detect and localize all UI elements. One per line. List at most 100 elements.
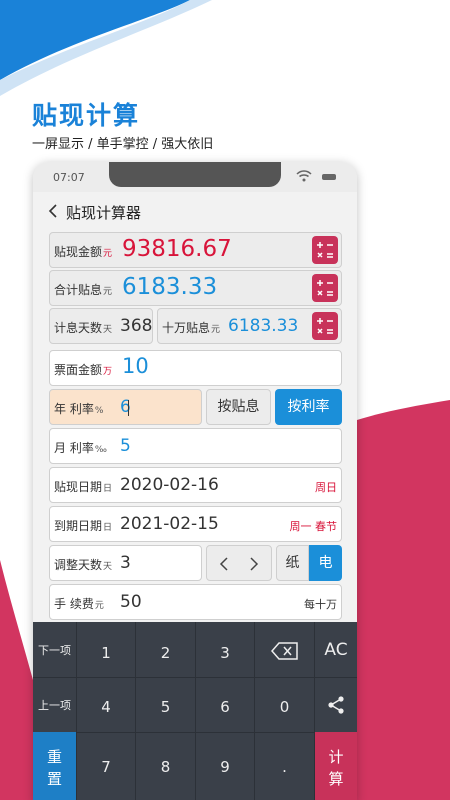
annual-rate-unit: % [94, 406, 104, 416]
per-100k-interest-display: 十万贴息元 6183.33 [157, 308, 342, 344]
maturity-date-label: 到期日期 [54, 519, 103, 533]
maturity-date-weekday: 周一 春节 [289, 520, 338, 533]
calculate-key[interactable]: 计 算 [315, 732, 357, 800]
total-interest-unit: 元 [103, 287, 113, 297]
calculate-key-label-2: 算 [328, 770, 344, 788]
face-amount-row: 票面金额万 10 [49, 350, 342, 386]
digit-3-key[interactable]: 3 [196, 644, 254, 662]
adjust-days-field[interactable]: 调整天数天 3 [49, 545, 202, 581]
digit-2-key[interactable]: 2 [136, 644, 195, 662]
calculator-icon [317, 242, 333, 258]
keypad-divider [33, 732, 357, 733]
interest-days-unit: 天 [103, 325, 113, 335]
numeric-keypad: 下一项 1 2 3 AC 上一项 4 5 6 0 重 置 7 8 9 . 计 算 [33, 622, 357, 800]
calculator-button[interactable] [312, 312, 338, 340]
reset-key-label-1: 重 [46, 748, 62, 766]
electronic-option-button[interactable]: 电 [309, 545, 342, 581]
maturity-date-row: 到期日期日 2021-02-15 周一 春节 [49, 506, 342, 542]
discount-amount-display: 贴现金额元 93816.67 [49, 232, 342, 268]
share-icon [328, 696, 344, 714]
adjust-days-unit: 天 [103, 562, 113, 572]
back-arrow-icon[interactable] [45, 202, 63, 220]
reset-key[interactable]: 重 置 [33, 732, 76, 800]
chevron-right-icon[interactable] [247, 556, 261, 572]
discount-date-row: 贴现日期日 2020-02-16 周日 [49, 467, 342, 503]
fee-basis: 每十万 [304, 598, 337, 611]
phone-frame: 07:07 贴现计算器 贴现金额元 93816.67 合计贴息元 6183.33… [33, 162, 357, 800]
backspace-key[interactable] [255, 642, 314, 664]
total-interest-row: 合计贴息元 6183.33 [49, 270, 342, 306]
backspace-icon [270, 642, 298, 660]
digit-9-key[interactable]: 9 [196, 758, 254, 776]
page-title: 贴现计算器 [66, 204, 142, 222]
digit-7-key[interactable]: 7 [77, 758, 135, 776]
monthly-rate-label: 月 利率 [54, 441, 94, 455]
face-amount-field[interactable]: 票面金额万 10 [49, 350, 342, 386]
adjust-days-stepper [206, 545, 272, 581]
battery-icon [322, 174, 336, 180]
maturity-date-unit: 日 [103, 523, 113, 533]
keypad-divider [33, 677, 357, 678]
promo-headline: 贴现计算 [32, 101, 141, 130]
promo-subline: 一屏显示 / 单手掌控 / 强大依旧 [32, 137, 214, 152]
digit-1-key[interactable]: 1 [77, 644, 135, 662]
paper-option-button[interactable]: 纸 [276, 545, 309, 581]
digit-6-key[interactable]: 6 [196, 698, 254, 716]
discount-date-unit: 日 [103, 484, 113, 494]
wifi-icon [296, 170, 312, 182]
all-clear-key[interactable]: AC [315, 640, 357, 660]
decimal-point-key[interactable]: . [255, 758, 314, 776]
calculator-button[interactable] [312, 274, 338, 302]
text-cursor [128, 400, 129, 416]
face-amount-label: 票面金额 [54, 363, 103, 377]
maturity-date-value: 2021-02-15 [120, 514, 219, 534]
calculate-key-label-1: 计 [328, 748, 344, 766]
adjust-days-row: 调整天数天 3 纸 电 [49, 545, 342, 581]
fee-label: 手 续费 [54, 597, 94, 611]
annual-rate-value: 6 [120, 397, 131, 417]
digit-0-key[interactable]: 0 [255, 698, 314, 716]
maturity-date-field[interactable]: 到期日期日 2021-02-15 周一 春节 [49, 506, 342, 542]
digit-5-key[interactable]: 5 [136, 698, 195, 716]
status-time: 07:07 [53, 171, 85, 184]
monthly-rate-field[interactable]: 月 利率‰ 5 [49, 428, 342, 464]
total-interest-value: 6183.33 [122, 274, 218, 300]
next-field-key[interactable]: 下一项 [33, 642, 76, 658]
discount-amount-unit: 元 [103, 249, 113, 259]
reset-key-label-2: 置 [46, 770, 62, 788]
by-rate-button[interactable]: 按利率 [275, 389, 342, 425]
interest-days-value: 368 [120, 316, 153, 336]
fee-field[interactable]: 手 续费元 50 每十万 [49, 584, 342, 620]
discount-date-field[interactable]: 贴现日期日 2020-02-16 周日 [49, 467, 342, 503]
monthly-rate-row: 月 利率‰ 5 [49, 428, 342, 464]
annual-rate-field[interactable]: 年 利率% 6 [49, 389, 202, 425]
fee-value: 50 [120, 592, 142, 612]
previous-field-key[interactable]: 上一项 [33, 697, 76, 713]
digit-8-key[interactable]: 8 [136, 758, 195, 776]
per-100k-interest-label: 十万贴息 [162, 321, 211, 335]
interest-days-label: 计息天数 [54, 321, 103, 335]
face-amount-unit: 万 [103, 367, 113, 377]
digit-4-key[interactable]: 4 [77, 698, 135, 716]
face-amount-value: 10 [122, 354, 149, 378]
per-100k-interest-unit: 元 [211, 325, 221, 335]
status-bar: 07:07 [33, 162, 357, 192]
by-interest-button[interactable]: 按贴息 [206, 389, 271, 425]
total-interest-display: 合计贴息元 6183.33 [49, 270, 342, 306]
discount-amount-row: 贴现金额元 93816.67 [49, 232, 342, 268]
annual-rate-row: 年 利率% 6 按贴息 按利率 [49, 389, 342, 425]
calculator-button[interactable] [312, 236, 338, 264]
adjust-days-label: 调整天数 [54, 558, 103, 572]
nav-bar: 贴现计算器 [33, 192, 357, 230]
discount-date-weekday: 周日 [315, 481, 337, 494]
calculator-icon [317, 280, 333, 296]
fee-row: 手 续费元 50 每十万 [49, 584, 342, 620]
total-interest-label: 合计贴息 [54, 283, 103, 297]
chevron-left-icon[interactable] [217, 556, 231, 572]
monthly-rate-unit: ‰ [94, 445, 107, 455]
discount-date-value: 2020-02-16 [120, 475, 219, 495]
monthly-rate-value: 5 [120, 436, 131, 456]
adjust-days-value: 3 [120, 553, 131, 573]
share-button[interactable] [315, 695, 357, 719]
calculator-icon [317, 318, 333, 334]
